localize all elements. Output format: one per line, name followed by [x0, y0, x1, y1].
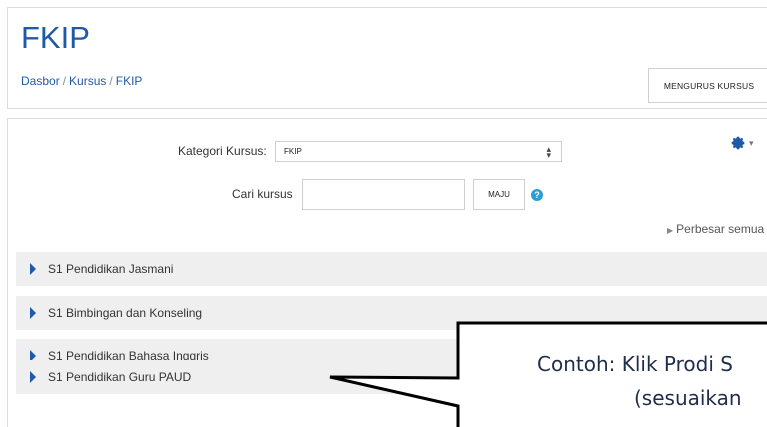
triangle-right-icon: ▶: [667, 226, 674, 235]
category-select[interactable]: FKIP ▴ ▾: [275, 141, 562, 162]
page-header: FKIP Dasbor / Kursus / FKIP MENGURUS KURSUS: [7, 7, 767, 109]
category-label: Kategori Kursus:: [178, 144, 267, 158]
search-label: Cari kursus: [232, 187, 293, 201]
callout-text-line2: (sesuaikan: [634, 386, 742, 410]
expand-all-label: Perbesar semua: [676, 222, 765, 236]
expand-all-link[interactable]: ▶ Perbesar semua: [667, 222, 764, 236]
category-row-label[interactable]: S1 Pendidikan Jasmani: [48, 262, 173, 276]
expand-arrow-icon: [30, 263, 36, 275]
callout-text-line1: Contoh: Klik Prodi S: [537, 352, 733, 376]
chevron-down-icon: ▾: [749, 137, 754, 148]
search-input[interactable]: [302, 179, 465, 210]
breadcrumb-kursus[interactable]: Kursus: [69, 74, 106, 88]
select-arrows-icon: ▴ ▾: [546, 144, 551, 160]
page-title: FKIP: [21, 20, 90, 55]
breadcrumb: Dasbor / Kursus / FKIP: [21, 74, 143, 88]
category-row-bimbingan[interactable]: S1 Bimbingan dan Konseling: [16, 296, 767, 330]
breadcrumb-dasbor[interactable]: Dasbor: [21, 74, 60, 88]
go-button[interactable]: MAJU: [473, 179, 525, 210]
help-icon[interactable]: ?: [531, 189, 543, 201]
category-select-value: FKIP: [284, 147, 302, 156]
category-row-label[interactable]: S1 Pendidikan Guru PAUD: [48, 370, 191, 384]
expand-arrow-icon: [30, 307, 36, 319]
category-row-jasmani[interactable]: S1 Pendidikan Jasmani: [16, 252, 767, 286]
gear-icon: [731, 136, 745, 150]
settings-menu[interactable]: ▾: [730, 133, 760, 153]
breadcrumb-fkip[interactable]: FKIP: [116, 74, 143, 88]
category-row-label[interactable]: S1 Bimbingan dan Konseling: [48, 306, 202, 320]
expand-arrow-icon: [30, 371, 36, 383]
manage-courses-button[interactable]: MENGURUS KURSUS: [648, 68, 767, 103]
